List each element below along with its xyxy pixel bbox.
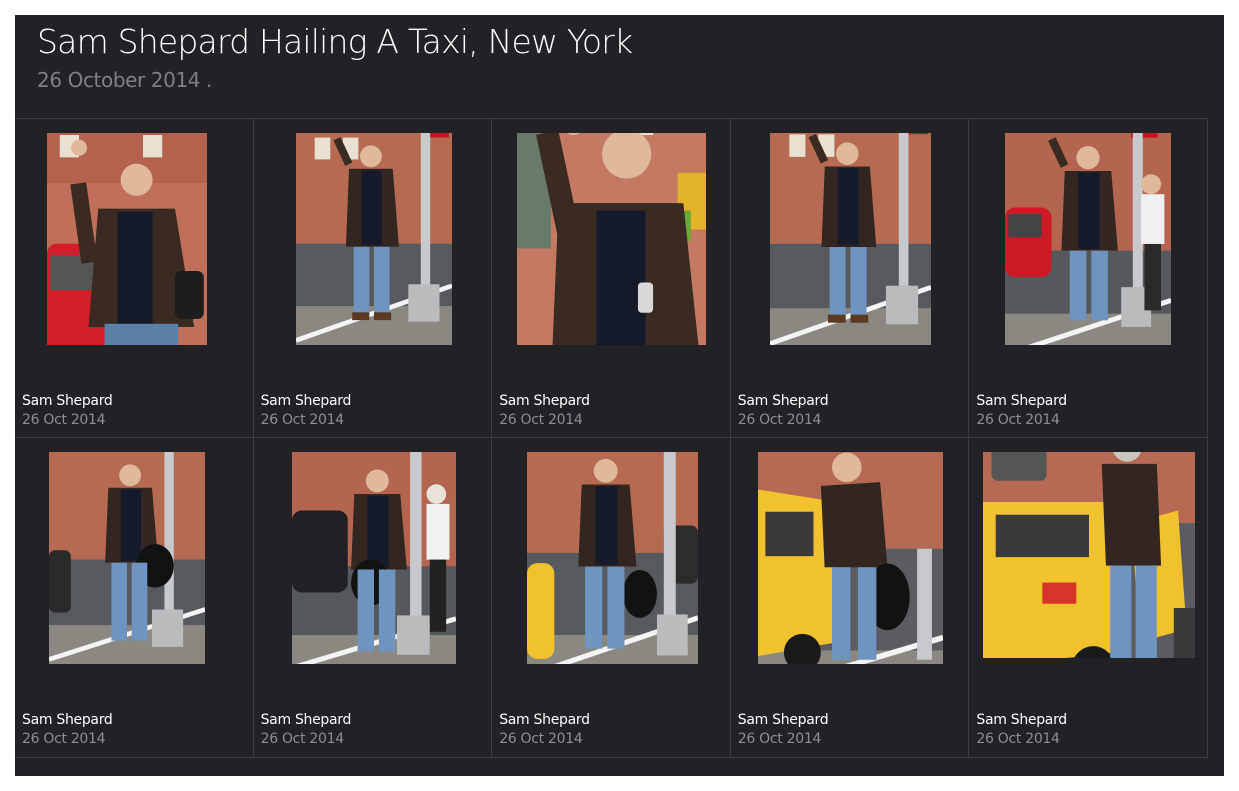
gallery-title: Sam Shepard Hailing A Taxi, New York bbox=[37, 22, 633, 61]
photo-thumbnail[interactable] bbox=[49, 452, 205, 664]
photo-caption-date: 26 Oct 2014 bbox=[976, 731, 1060, 747]
photo-image bbox=[291, 452, 456, 664]
photo-image bbox=[517, 133, 707, 345]
photo-image bbox=[1005, 133, 1172, 345]
photo-thumbnail[interactable] bbox=[757, 452, 943, 664]
gallery-date: 26 October 2014 . bbox=[37, 68, 213, 92]
photo-caption-date: 26 Oct 2014 bbox=[260, 731, 345, 747]
photo-card[interactable]: Sam Shepard 26 Oct 2014 bbox=[730, 118, 970, 438]
photo-caption-date: 26 Oct 2014 bbox=[737, 731, 822, 747]
photo-caption-name: Sam Shepard bbox=[976, 393, 1067, 409]
photo-caption-name: Sam Shepard bbox=[22, 712, 113, 728]
photo-caption-name: Sam Shepard bbox=[22, 393, 113, 409]
photo-caption-date: 26 Oct 2014 bbox=[22, 731, 106, 747]
photo-caption-name: Sam Shepard bbox=[499, 393, 590, 409]
photo-grid: Sam Shepard 26 Oct 2014 Sam Shepard 26 O… bbox=[15, 118, 1208, 758]
photo-card[interactable]: Sam Shepard 26 Oct 2014 bbox=[969, 438, 1208, 758]
photo-thumbnail[interactable] bbox=[769, 133, 931, 345]
photo-image bbox=[527, 452, 699, 664]
photo-thumbnail[interactable] bbox=[983, 452, 1196, 658]
photo-card[interactable]: Sam Shepard 26 Oct 2014 bbox=[15, 118, 254, 438]
photo-card[interactable]: Sam Shepard 26 Oct 2014 bbox=[730, 438, 970, 758]
photo-thumbnail[interactable] bbox=[527, 452, 699, 664]
photo-caption-name: Sam Shepard bbox=[737, 712, 829, 728]
photo-card[interactable]: Sam Shepard 26 Oct 2014 bbox=[969, 118, 1208, 438]
photo-card[interactable]: Sam Shepard 26 Oct 2014 bbox=[492, 438, 731, 758]
photo-thumbnail[interactable] bbox=[517, 133, 707, 345]
photo-caption-date: 26 Oct 2014 bbox=[22, 412, 106, 428]
photo-thumbnail[interactable] bbox=[47, 133, 207, 345]
gallery-page: Sam Shepard Hailing A Taxi, New York 26 … bbox=[15, 15, 1224, 776]
photo-caption-name: Sam Shepard bbox=[737, 393, 829, 409]
photo-image bbox=[769, 133, 931, 345]
photo-caption-name: Sam Shepard bbox=[499, 712, 590, 728]
photo-image bbox=[49, 452, 205, 664]
photo-caption-date: 26 Oct 2014 bbox=[976, 412, 1060, 428]
photo-image bbox=[983, 452, 1196, 658]
photo-caption-name: Sam Shepard bbox=[260, 712, 352, 728]
photo-caption-name: Sam Shepard bbox=[260, 393, 352, 409]
photo-image bbox=[47, 133, 207, 345]
photo-caption-date: 26 Oct 2014 bbox=[499, 731, 583, 747]
photo-card[interactable]: Sam Shepard 26 Oct 2014 bbox=[492, 118, 731, 438]
photo-image bbox=[295, 133, 452, 345]
photo-caption-date: 26 Oct 2014 bbox=[260, 412, 345, 428]
photo-thumbnail[interactable] bbox=[295, 133, 452, 345]
photo-caption-date: 26 Oct 2014 bbox=[499, 412, 583, 428]
photo-caption-date: 26 Oct 2014 bbox=[737, 412, 822, 428]
photo-card[interactable]: Sam Shepard 26 Oct 2014 bbox=[253, 438, 493, 758]
photo-card[interactable]: Sam Shepard 26 Oct 2014 bbox=[15, 438, 254, 758]
photo-thumbnail[interactable] bbox=[291, 452, 456, 664]
photo-thumbnail[interactable] bbox=[1005, 133, 1172, 345]
photo-image bbox=[757, 452, 943, 664]
photo-card[interactable]: Sam Shepard 26 Oct 2014 bbox=[253, 118, 493, 438]
gallery-header: Sam Shepard Hailing A Taxi, New York 26 … bbox=[15, 15, 1224, 116]
photo-caption-name: Sam Shepard bbox=[976, 712, 1067, 728]
